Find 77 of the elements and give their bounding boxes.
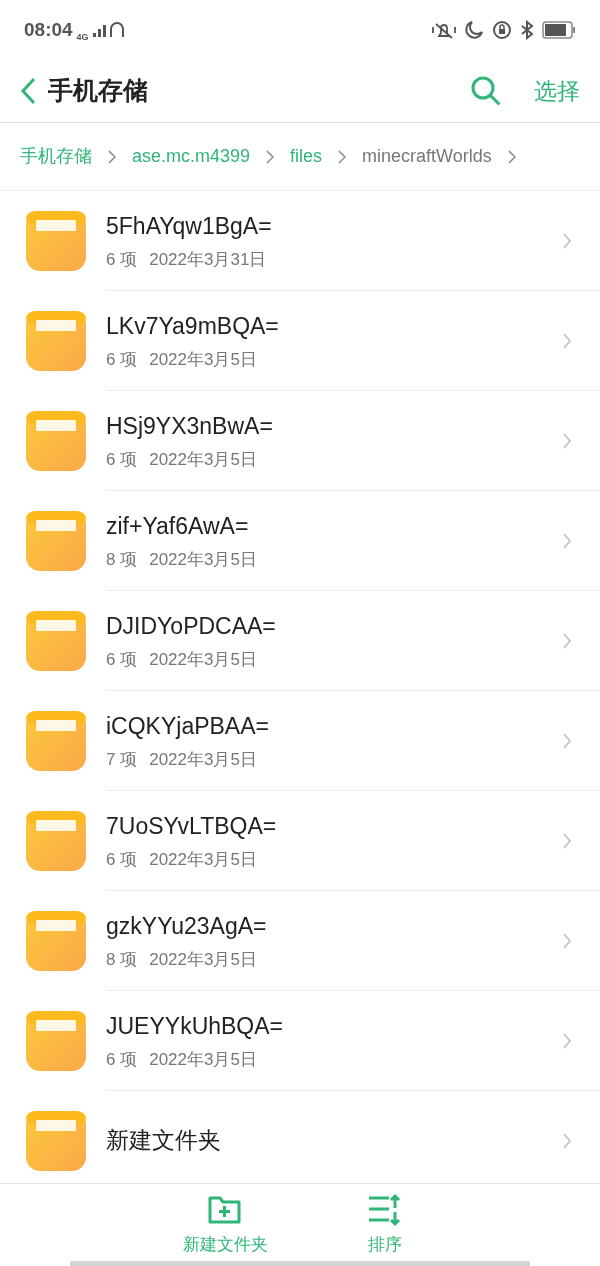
sort-icon [367,1192,403,1228]
folder-name: 新建文件夹 [106,1126,222,1156]
chevron-right-icon [266,149,275,164]
page-title: 手机存储 [48,75,149,107]
folder-row[interactable]: 5FhAYqw1BgA= 6 项 2022年3月31日 [0,191,600,291]
chevron-right-icon [562,531,572,550]
chevron-right-icon [562,931,572,950]
lock-rotation-icon [492,20,512,40]
back-button[interactable] [20,77,36,105]
folder-icon [26,711,86,771]
chevron-right-icon [562,731,572,750]
chevron-right-icon [108,149,116,164]
moon-icon [464,20,484,40]
folder-row[interactable]: 新建文件夹 [0,1091,600,1183]
chevron-right-icon [562,831,572,850]
folder-row[interactable]: zif+Yaf6AwA= 8 项 2022年3月5日 [0,491,600,591]
back-icon [20,77,36,105]
folder-icon [26,411,86,471]
modified-date: 2022年3月5日 [149,949,257,971]
folder-icon [26,511,86,571]
folder-icon [26,1011,86,1071]
search-icon [470,75,502,107]
item-count: 6 项 [106,349,138,371]
item-count: 6 项 [106,249,138,271]
folder-row[interactable]: LKv7Ya9mBQA= 6 项 2022年3月5日 [0,291,600,391]
modified-date: 2022年3月5日 [149,1049,257,1071]
folder-name: HSj9YX3nBwA= [106,411,274,441]
chevron-right-icon [338,149,347,164]
folder-name: gzkYYu23AgA= [106,911,268,941]
folder-icon [26,1111,86,1171]
vibrate-icon [432,20,456,40]
folder-row[interactable]: JUEYYkUhBQA= 6 项 2022年3月5日 [0,991,600,1091]
folder-name: iCQKYjaPBAA= [106,711,270,741]
modified-date: 2022年3月5日 [149,649,257,671]
chevron-right-icon [562,231,572,250]
folder-name: 7UoSYvLTBQA= [106,811,278,841]
bluetooth-icon [520,20,534,40]
item-count: 6 项 [106,849,138,871]
modified-date: 2022年3月5日 [149,349,257,371]
modified-date: 2022年3月31日 [149,249,267,271]
folder-name: JUEYYkUhBQA= [106,1011,285,1041]
folder-icon [26,811,86,871]
chevron-right-icon [562,631,572,650]
modified-date: 2022年3月5日 [149,449,257,471]
folder-icon [26,611,86,671]
folder-icon [26,211,86,271]
signal-icon [92,21,127,39]
folder-row[interactable]: gzkYYu23AgA= 8 项 2022年3月5日 [0,891,600,991]
folder-row[interactable]: iCQKYjaPBAA= 7 项 2022年3月5日 [0,691,600,791]
item-count: 6 项 [106,649,138,671]
item-count: 8 项 [106,549,138,571]
folder-row[interactable]: 7UoSYvLTBQA= 6 项 2022年3月5日 [0,791,600,891]
chevron-right-icon [562,1031,572,1050]
item-count: 7 项 [106,749,138,771]
search-button[interactable] [470,75,502,107]
folder-icon [26,911,86,971]
status-time: 08:04 [24,17,73,42]
item-count: 8 项 [106,949,138,971]
folder-name: DJIDYoPDCAA= [106,611,277,641]
folder-name: 5FhAYqw1BgA= [106,211,273,241]
folder-name: LKv7Ya9mBQA= [106,311,280,341]
folder-icon [26,311,86,371]
item-count: 6 项 [106,449,138,471]
chevron-right-icon [562,331,572,350]
modified-date: 2022年3月5日 [149,749,257,771]
folder-name: zif+Yaf6AwA= [106,511,250,541]
modified-date: 2022年3月5日 [149,849,257,871]
folder-row[interactable]: DJIDYoPDCAA= 6 项 2022年3月5日 [0,591,600,691]
modified-date: 2022年3月5日 [149,549,257,571]
network-label: 4G [76,31,89,45]
folder-row[interactable]: HSj9YX3nBwA= 6 项 2022年3月5日 [0,391,600,491]
chevron-right-icon [507,149,516,164]
breadcrumb-link[interactable]: minecraftWorlds [362,143,492,170]
chevron-right-icon [562,431,572,450]
battery-icon [542,21,576,39]
chevron-right-icon [562,1131,572,1150]
item-count: 6 项 [106,1049,138,1071]
